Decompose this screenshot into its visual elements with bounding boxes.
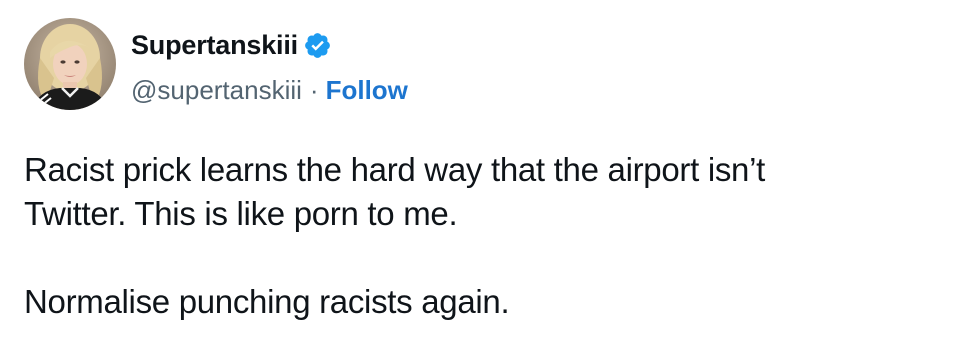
verified-badge-icon bbox=[303, 31, 332, 60]
tweet-text-line: Twitter. This is like porn to me. bbox=[24, 195, 458, 232]
separator-dot: · bbox=[309, 74, 319, 105]
tweet-header: Supertanskiii @supertanskiii · Follow bbox=[131, 28, 408, 106]
avatar-image bbox=[24, 18, 116, 110]
tweet-text-line: Normalise punching racists again. bbox=[24, 283, 510, 320]
handle-row: @supertanskiii · Follow bbox=[131, 74, 408, 106]
avatar[interactable] bbox=[24, 18, 116, 110]
tweet-card: Supertanskiii @supertanskiii · Follow Ra… bbox=[0, 0, 968, 356]
tweet-text: Racist prick learns the hard way that th… bbox=[24, 148, 954, 324]
user-handle[interactable]: @supertanskiii bbox=[131, 75, 302, 106]
name-row: Supertanskiii bbox=[131, 28, 408, 62]
follow-button[interactable]: Follow bbox=[326, 75, 408, 106]
display-name[interactable]: Supertanskiii bbox=[131, 30, 298, 61]
tweet-text-line: Racist prick learns the hard way that th… bbox=[24, 151, 766, 188]
